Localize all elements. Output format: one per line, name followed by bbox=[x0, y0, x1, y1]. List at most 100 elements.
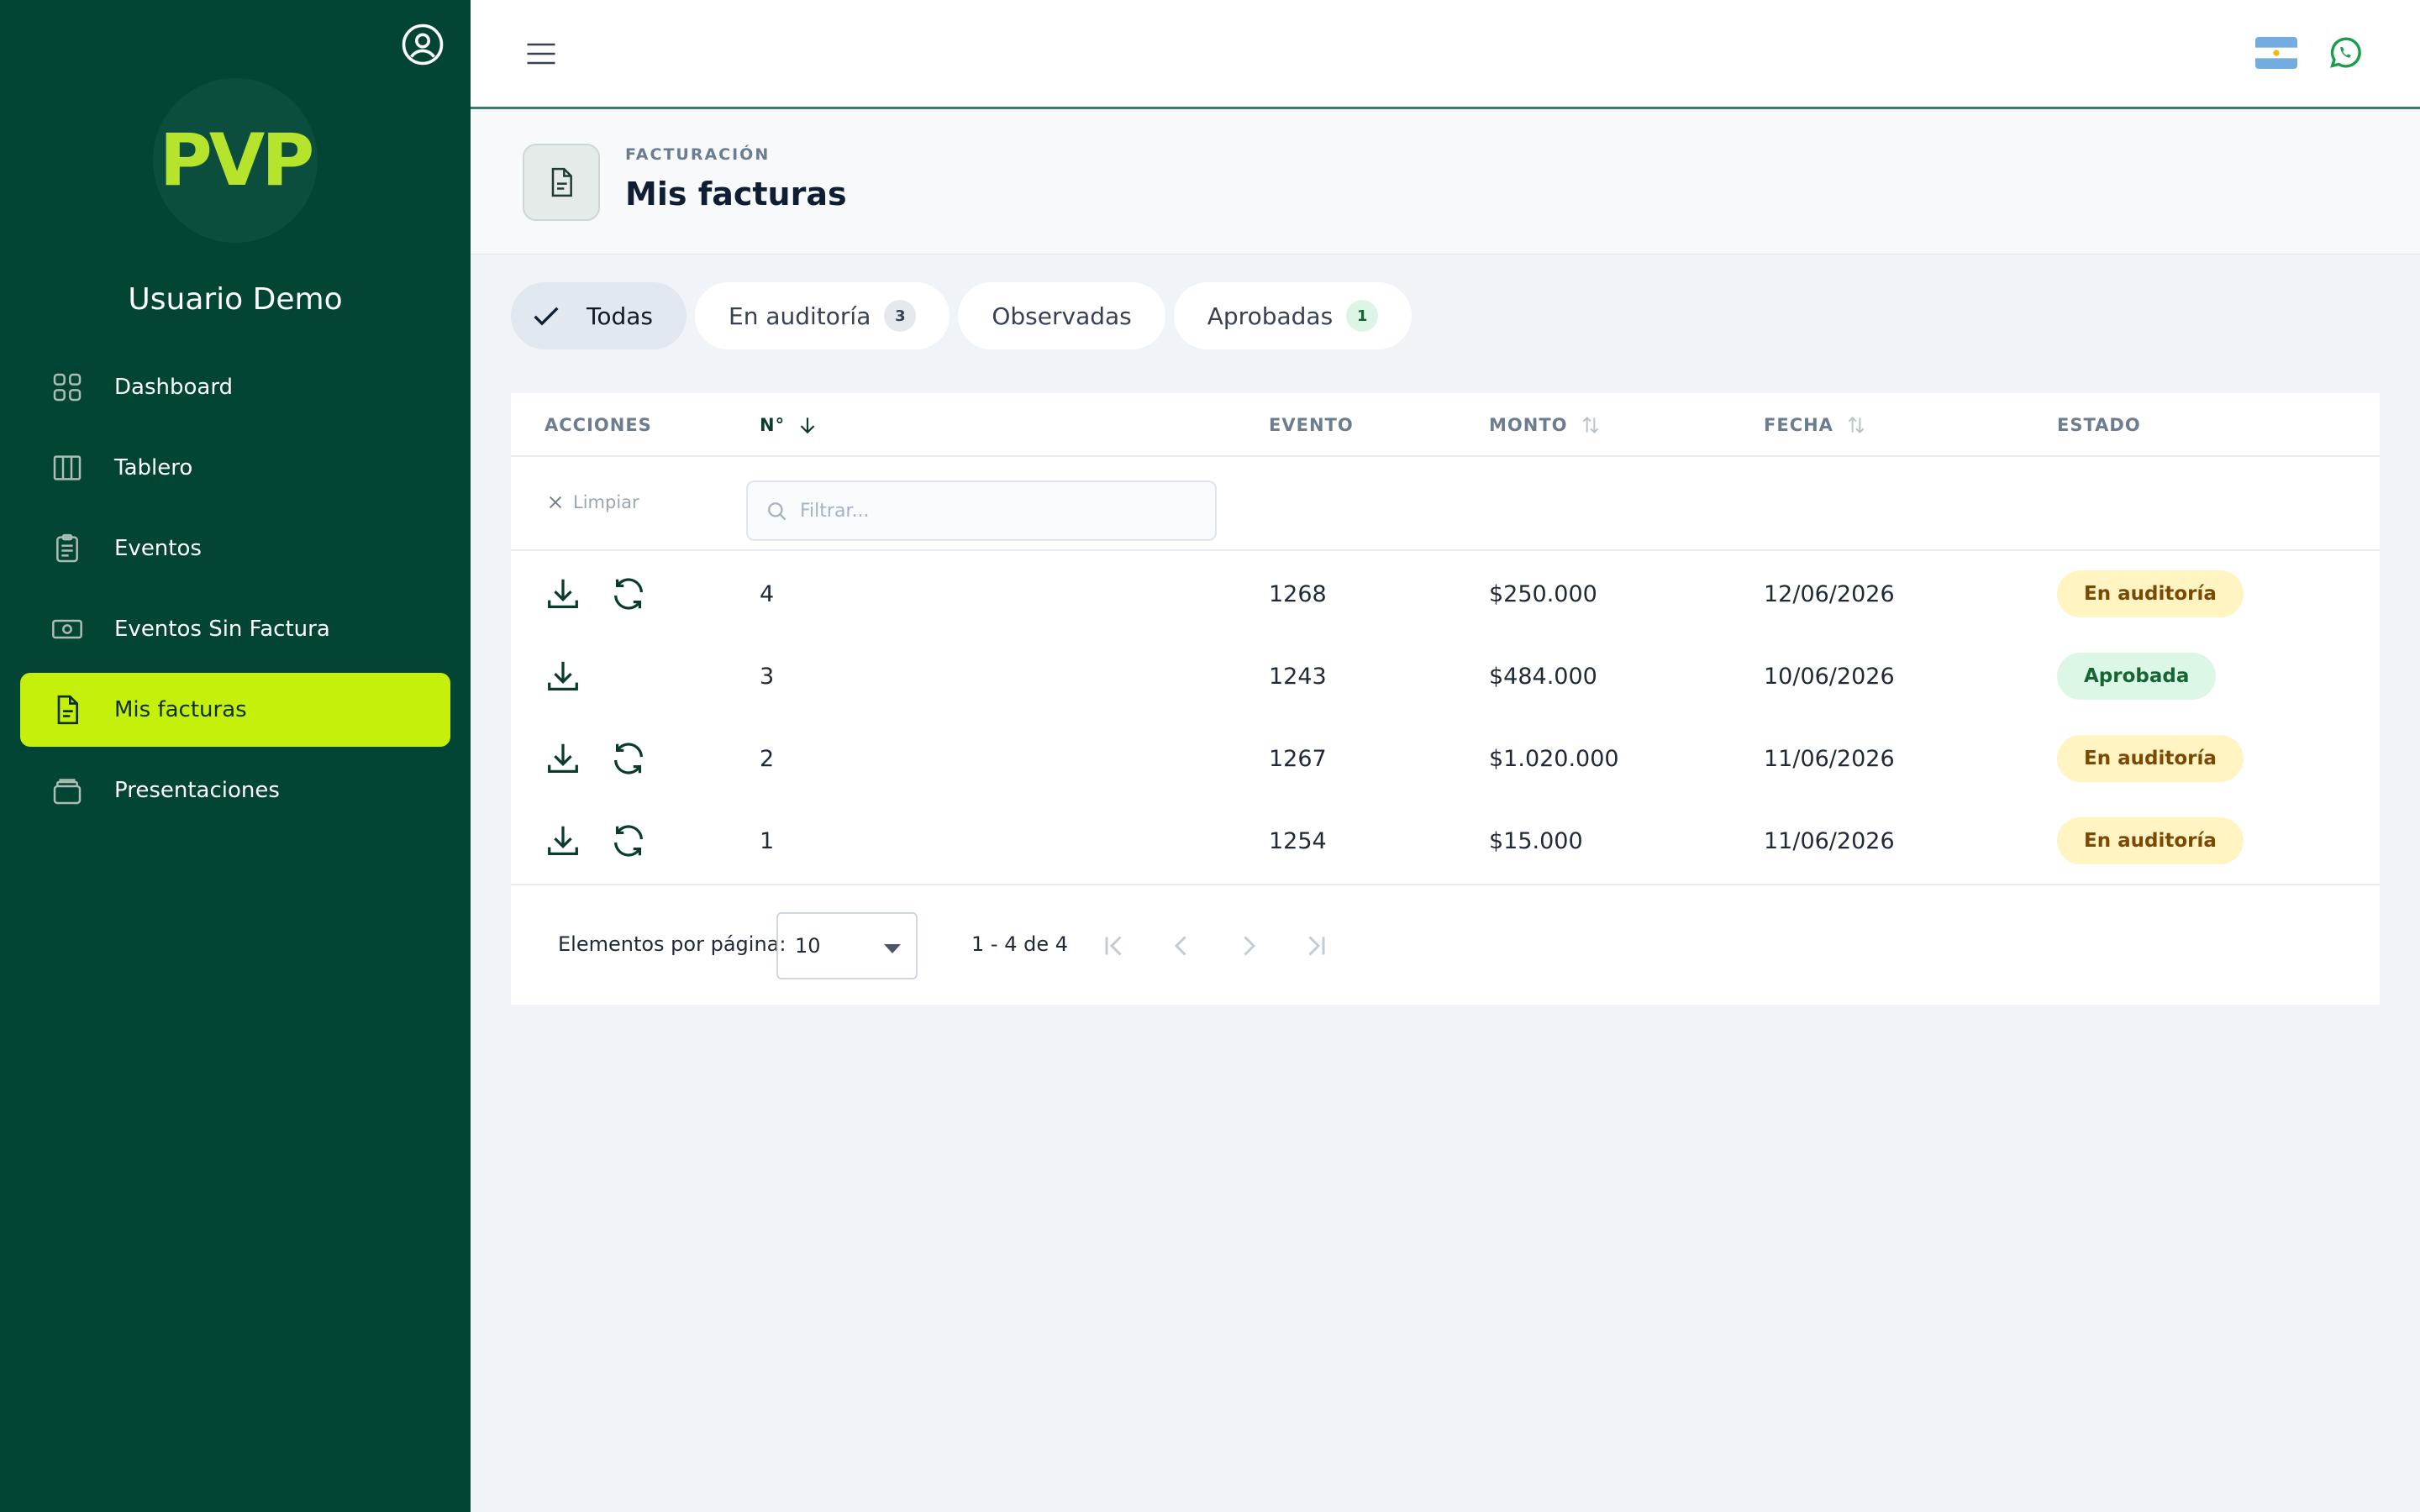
page-range: 1 - 4 de 4 bbox=[971, 932, 1068, 956]
column-header-date[interactable]: FECHA bbox=[1764, 393, 1867, 457]
status-badge: En auditoría bbox=[2057, 735, 2244, 782]
banknote-icon bbox=[49, 611, 86, 648]
download-icon bbox=[548, 743, 578, 773]
whatsapp-button[interactable] bbox=[2326, 34, 2365, 72]
next-page-button[interactable] bbox=[1230, 927, 1267, 964]
logo-text: PVP bbox=[159, 118, 315, 202]
paginator: Elementos por página: 10 1 - 4 de 4 bbox=[511, 884, 2380, 1005]
sidebar-item-tablero[interactable]: Tablero bbox=[20, 431, 450, 505]
first-page-button[interactable] bbox=[1096, 927, 1133, 964]
download-button[interactable] bbox=[543, 656, 583, 696]
page-title: Mis facturas bbox=[625, 176, 847, 213]
table-row: 1 1254 $15.000 11/06/2026 En auditoría bbox=[511, 800, 2380, 882]
cell-date: 11/06/2026 bbox=[1764, 827, 1895, 854]
close-icon bbox=[549, 496, 562, 509]
sidebar-item-label: Eventos Sin Factura bbox=[114, 617, 330, 642]
language-flag-button[interactable] bbox=[2255, 37, 2297, 69]
sidebar-item-label: Eventos bbox=[114, 536, 202, 561]
filter-row: Limpiar bbox=[511, 459, 2380, 551]
first-page-icon bbox=[1105, 936, 1122, 956]
top-bar bbox=[471, 0, 2420, 109]
page-size-select[interactable]: 10 bbox=[776, 912, 918, 979]
sidebar-item-dashboard[interactable]: Dashboard bbox=[20, 350, 450, 424]
status-tabs: Todas En auditoría 3 Observadas Aprobada… bbox=[511, 282, 1413, 349]
search-icon bbox=[768, 502, 786, 521]
download-icon bbox=[548, 826, 578, 855]
status-badge: Aprobada bbox=[2057, 653, 2217, 700]
column-label: FECHA bbox=[1764, 415, 1833, 435]
cell-amount: $15.000 bbox=[1489, 827, 1583, 854]
hamburger-icon bbox=[527, 43, 555, 65]
clear-filter-button[interactable]: Limpiar bbox=[546, 492, 639, 512]
column-header-number[interactable]: N° bbox=[760, 393, 818, 457]
page-header: FACTURACIÓN Mis facturas bbox=[471, 112, 2420, 255]
sidebar-item-label: Presentaciones bbox=[114, 778, 280, 803]
document-icon bbox=[49, 691, 86, 728]
chevron-right-icon bbox=[1244, 936, 1256, 956]
status-badge: En auditoría bbox=[2057, 817, 2244, 864]
cell-number: 4 bbox=[760, 580, 775, 607]
table-body: 4 1268 $250.000 12/06/2026 En auditoría … bbox=[511, 553, 2380, 882]
table-row: 3 1243 $484.000 10/06/2026 Aprobada bbox=[511, 635, 2380, 717]
tab-label: En auditoría bbox=[729, 302, 871, 330]
sidebar: PVP Usuario Demo Dashboard Tablero Event… bbox=[0, 0, 471, 1512]
count-badge: 1 bbox=[1346, 300, 1379, 332]
last-page-button[interactable] bbox=[1297, 927, 1334, 964]
download-button[interactable] bbox=[543, 821, 583, 861]
download-button[interactable] bbox=[543, 738, 583, 779]
grid-icon bbox=[49, 369, 86, 406]
invoice-document-icon bbox=[523, 144, 600, 221]
column-header-event: EVENTO bbox=[1269, 415, 1354, 435]
sort-icon[interactable] bbox=[1845, 414, 1867, 436]
sidebar-item-mis-facturas[interactable]: Mis facturas bbox=[20, 673, 450, 747]
resubmit-button[interactable] bbox=[608, 821, 649, 861]
clear-filter-label: Limpiar bbox=[573, 492, 639, 512]
filter-input[interactable] bbox=[800, 500, 1203, 522]
sidebar-item-label: Mis facturas bbox=[114, 697, 247, 722]
cell-amount: $250.000 bbox=[1489, 580, 1597, 607]
tab-label: Observadas bbox=[992, 302, 1132, 330]
column-header-amount[interactable]: MONTO bbox=[1489, 393, 1602, 457]
page-size-label: Elementos por página: bbox=[558, 932, 786, 956]
resubmit-button[interactable] bbox=[608, 574, 649, 614]
arrow-down-icon[interactable] bbox=[797, 414, 818, 436]
table-header: ACCIONES N° EVENTO MONTO FECHA ESTADO bbox=[511, 393, 2380, 457]
sidebar-item-presentaciones[interactable]: Presentaciones bbox=[20, 753, 450, 827]
filter-field[interactable] bbox=[746, 480, 1217, 541]
columns-icon bbox=[49, 449, 86, 486]
clipboard-icon bbox=[49, 530, 86, 567]
chevron-left-icon bbox=[1174, 936, 1186, 956]
count-badge: 3 bbox=[884, 300, 917, 332]
cell-event: 1243 bbox=[1269, 663, 1327, 690]
profile-button[interactable] bbox=[398, 20, 447, 69]
logo: PVP bbox=[153, 78, 318, 243]
whatsapp-icon bbox=[2330, 37, 2361, 68]
sidebar-item-eventos-sin-factura[interactable]: Eventos Sin Factura bbox=[20, 592, 450, 666]
cell-event: 1268 bbox=[1269, 580, 1327, 607]
cell-date: 10/06/2026 bbox=[1764, 663, 1895, 690]
argentina-flag-icon bbox=[2255, 37, 2297, 69]
previous-page-button[interactable] bbox=[1163, 927, 1200, 964]
refresh-icon bbox=[614, 743, 643, 774]
tab-label: Todas bbox=[587, 302, 653, 330]
table-row: 2 1267 $1.020.000 11/06/2026 En auditorí… bbox=[511, 717, 2380, 800]
check-icon bbox=[529, 299, 563, 333]
column-header-status: ESTADO bbox=[2057, 415, 2141, 435]
tab-observadas[interactable]: Observadas bbox=[958, 282, 1165, 349]
tab-todas[interactable]: Todas bbox=[511, 282, 687, 349]
sidebar-item-label: Tablero bbox=[114, 455, 193, 480]
cell-event: 1254 bbox=[1269, 827, 1327, 854]
menu-button[interactable] bbox=[523, 35, 560, 72]
page-kicker: FACTURACIÓN bbox=[625, 145, 771, 164]
sort-icon[interactable] bbox=[1580, 414, 1602, 436]
sidebar-nav: Dashboard Tablero Eventos Eventos Sin Fa… bbox=[20, 350, 450, 834]
download-icon bbox=[548, 579, 578, 608]
refresh-icon bbox=[614, 578, 643, 610]
tab-en-auditoria[interactable]: En auditoría 3 bbox=[695, 282, 950, 349]
download-button[interactable] bbox=[543, 574, 583, 614]
resubmit-button[interactable] bbox=[608, 738, 649, 779]
sidebar-item-eventos[interactable]: Eventos bbox=[20, 512, 450, 585]
tab-aprobadas[interactable]: Aprobadas 1 bbox=[1173, 282, 1413, 349]
page-size-value: 10 bbox=[795, 934, 821, 958]
cell-amount: $484.000 bbox=[1489, 663, 1597, 690]
